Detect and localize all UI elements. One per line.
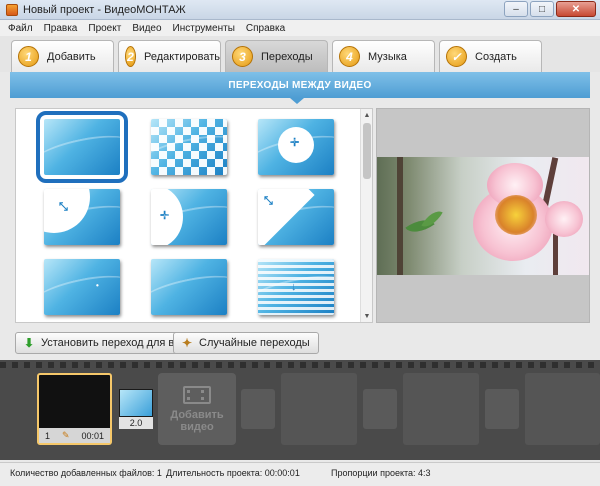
empty-transition-slot (363, 389, 397, 429)
film-strip-holes (0, 362, 600, 368)
set-transition-all-label: Установить переход для всех (41, 337, 192, 349)
tab-label: Редактировать (144, 50, 220, 63)
step-2-icon: 2 (125, 46, 136, 67)
branch-shape (397, 157, 403, 275)
minimize-button[interactable]: – (504, 1, 528, 17)
preview-panel (376, 108, 590, 323)
transition-slot[interactable]: 2.0 (119, 389, 153, 429)
maximize-button[interactable]: □ (530, 1, 554, 17)
empty-clip-slot (525, 373, 600, 445)
files-count: Количество добавленных файлов: 1 (10, 468, 162, 478)
diagonal-arrow-icon: ⤡ (264, 195, 273, 207)
clip-index: 1 (45, 430, 51, 441)
scroll-up-icon[interactable]: ▲ (361, 109, 372, 121)
transition-duration: 2.0 (119, 417, 153, 429)
checkmark-icon: ✓ (446, 46, 467, 67)
clip-duration: 00:01 (81, 430, 104, 441)
step-tabs: 1 Добавить 2 Редактировать 3 Переходы 4 … (0, 36, 600, 72)
green-arrow-down-icon: ⬇ (23, 336, 35, 350)
circle-shape (44, 189, 90, 233)
transitions-grid: ✛ ⤡ ✛ ⤡ • ↓ ▲ ▼ (15, 108, 373, 323)
transition-dissolve[interactable]: • (44, 259, 120, 315)
random-transitions-label: Случайные переходы (199, 337, 310, 349)
flower-center-shape (495, 195, 537, 235)
tab-label: Добавить (47, 50, 96, 63)
dot-icon: • (96, 281, 99, 290)
timeline: 1 ✎ 00:01 2.0 Добавить видео (0, 360, 600, 460)
status-bar: Количество добавленных файлов: 1 Длитель… (0, 462, 600, 486)
grid-scrollbar[interactable]: ▲ ▼ (360, 109, 372, 322)
transition-circle-top-left[interactable]: ⤡ (44, 189, 120, 245)
tab-label: Переходы (261, 50, 313, 63)
section-title: ПЕРЕХОДЫ МЕЖДУ ВИДЕО (10, 72, 590, 98)
video-clip[interactable]: 1 ✎ 00:01 (37, 373, 112, 445)
transition-circle[interactable]: ✛ (258, 119, 334, 175)
add-video-label: Добавить видео (170, 408, 224, 433)
close-button[interactable]: ✕ (556, 1, 596, 17)
menu-project[interactable]: Проект (88, 23, 121, 34)
banner-pointer (290, 98, 304, 104)
menu-help[interactable]: Справка (246, 23, 285, 34)
project-duration: Длительность проекта: 00:00:01 (166, 468, 300, 478)
app-logo-icon (6, 3, 18, 16)
random-transitions-button[interactable]: ✦ Случайные переходы (173, 332, 319, 354)
clip-info-bar: 1 ✎ 00:01 (39, 428, 110, 443)
magic-wand-icon: ✦ (181, 336, 193, 350)
add-video-button[interactable]: Добавить видео (158, 373, 236, 445)
arrow-down-icon: ↓ (291, 281, 297, 293)
transition-thumbnail (119, 389, 153, 417)
menu-tools[interactable]: Инструменты (173, 23, 235, 34)
tab-edit[interactable]: 2 Редактировать (118, 40, 221, 72)
empty-transition-slot (241, 389, 275, 429)
step-4-icon: 4 (339, 46, 360, 67)
step-3-icon: 3 (232, 46, 253, 67)
scroll-thumb[interactable] (363, 123, 371, 179)
title-bar: Новый проект - ВидеоМОНТАЖ – □ ✕ (0, 0, 600, 20)
empty-clip-slot (281, 373, 357, 445)
blinds-pattern (258, 259, 334, 315)
diagonal-arrow-icon: ⤡ (59, 201, 68, 213)
circle-shape (151, 189, 183, 245)
empty-transition-slot (485, 389, 519, 429)
tab-add[interactable]: 1 Добавить (11, 40, 114, 72)
menu-file[interactable]: Файл (8, 23, 33, 34)
tab-transitions[interactable]: 3 Переходы (225, 40, 328, 72)
transition-pixel[interactable] (151, 259, 227, 315)
flower-shape (545, 201, 583, 237)
window-title: Новый проект - ВидеоМОНТАЖ (23, 3, 186, 16)
transition-blinds-down[interactable]: ↓ (258, 259, 334, 315)
move-arrows-icon: ✛ (160, 210, 170, 222)
transition-checker[interactable] (151, 119, 227, 175)
transition-circle-left[interactable]: ✛ (151, 189, 227, 245)
move-arrows-icon: ✛ (290, 137, 300, 149)
tab-label: Создать (475, 50, 517, 63)
transition-fade[interactable] (36, 111, 128, 183)
film-icon (183, 385, 211, 404)
project-aspect: Пропорции проекта: 4:3 (331, 468, 431, 478)
edit-pencil-icon[interactable]: ✎ (62, 430, 70, 441)
tab-label: Музыка (368, 50, 407, 63)
tab-create[interactable]: ✓ Создать (439, 40, 542, 72)
menu-bar: Файл Правка Проект Видео Инструменты Спр… (0, 20, 600, 36)
tab-music[interactable]: 4 Музыка (332, 40, 435, 72)
menu-edit[interactable]: Правка (44, 23, 78, 34)
step-1-icon: 1 (18, 46, 39, 67)
window-controls: – □ ✕ (504, 1, 596, 17)
checker-pattern (151, 119, 227, 175)
menu-video[interactable]: Видео (132, 23, 161, 34)
circle-shape (278, 127, 314, 163)
scroll-down-icon[interactable]: ▼ (361, 310, 372, 322)
empty-clip-slot (403, 373, 479, 445)
preview-image (377, 157, 589, 275)
transition-diagonal[interactable]: ⤡ (258, 189, 334, 245)
